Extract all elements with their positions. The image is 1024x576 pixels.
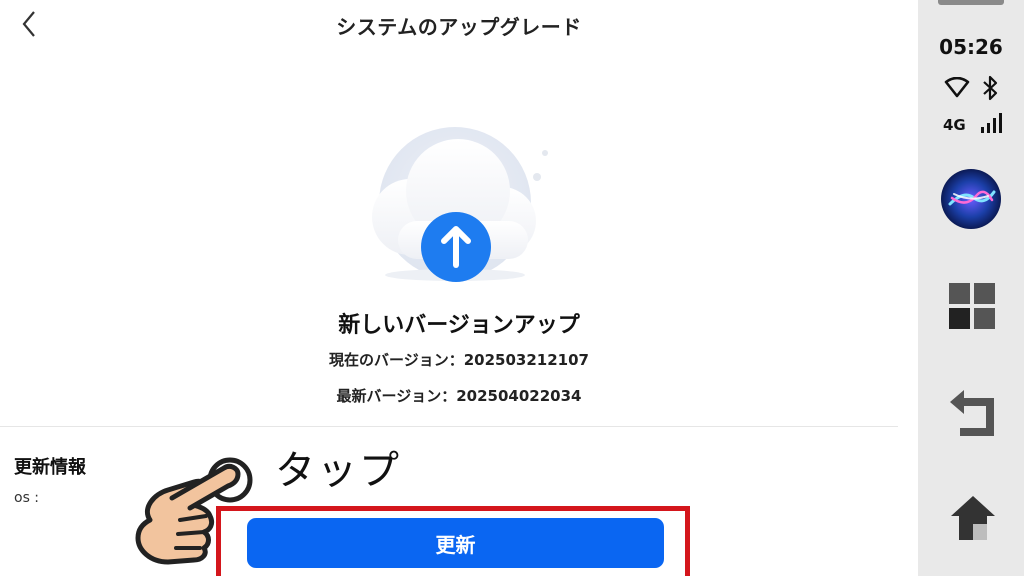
system-side-bar: 05:26 4G	[918, 0, 1024, 576]
update-button[interactable]: 更新	[247, 518, 664, 568]
network-type-label: 4G	[943, 116, 966, 134]
current-version: 現在のバージョン：202503212107	[329, 351, 589, 369]
back-icon[interactable]	[950, 388, 998, 438]
wifi-icon	[944, 77, 970, 98]
section-divider	[0, 426, 898, 427]
bluetooth-icon	[983, 75, 998, 101]
assistant-icon[interactable]	[940, 168, 1002, 230]
page-title: システムのアップグレード	[336, 15, 582, 39]
home-icon[interactable]	[949, 494, 997, 542]
signal-icon	[981, 113, 1002, 133]
app-screen: システムのアップグレード 新しいバージョンアップ 現在のバージョン：202503…	[0, 0, 918, 576]
pull-handle[interactable]	[938, 0, 1004, 5]
update-info-os: os :	[14, 490, 40, 506]
status-clock: 05:26	[939, 35, 1003, 59]
update-info-title: 更新情報	[14, 457, 86, 478]
cloud-upload-illustration	[350, 125, 560, 285]
tap-annotation-label: タップ	[275, 448, 401, 494]
update-headline: 新しいバージョンアップ	[338, 313, 580, 338]
pointing-hand-icon	[128, 450, 258, 566]
apps-icon[interactable]	[949, 283, 997, 331]
latest-version: 最新バージョン：202504022034	[336, 387, 582, 405]
cloud-upload-icon	[372, 127, 548, 282]
